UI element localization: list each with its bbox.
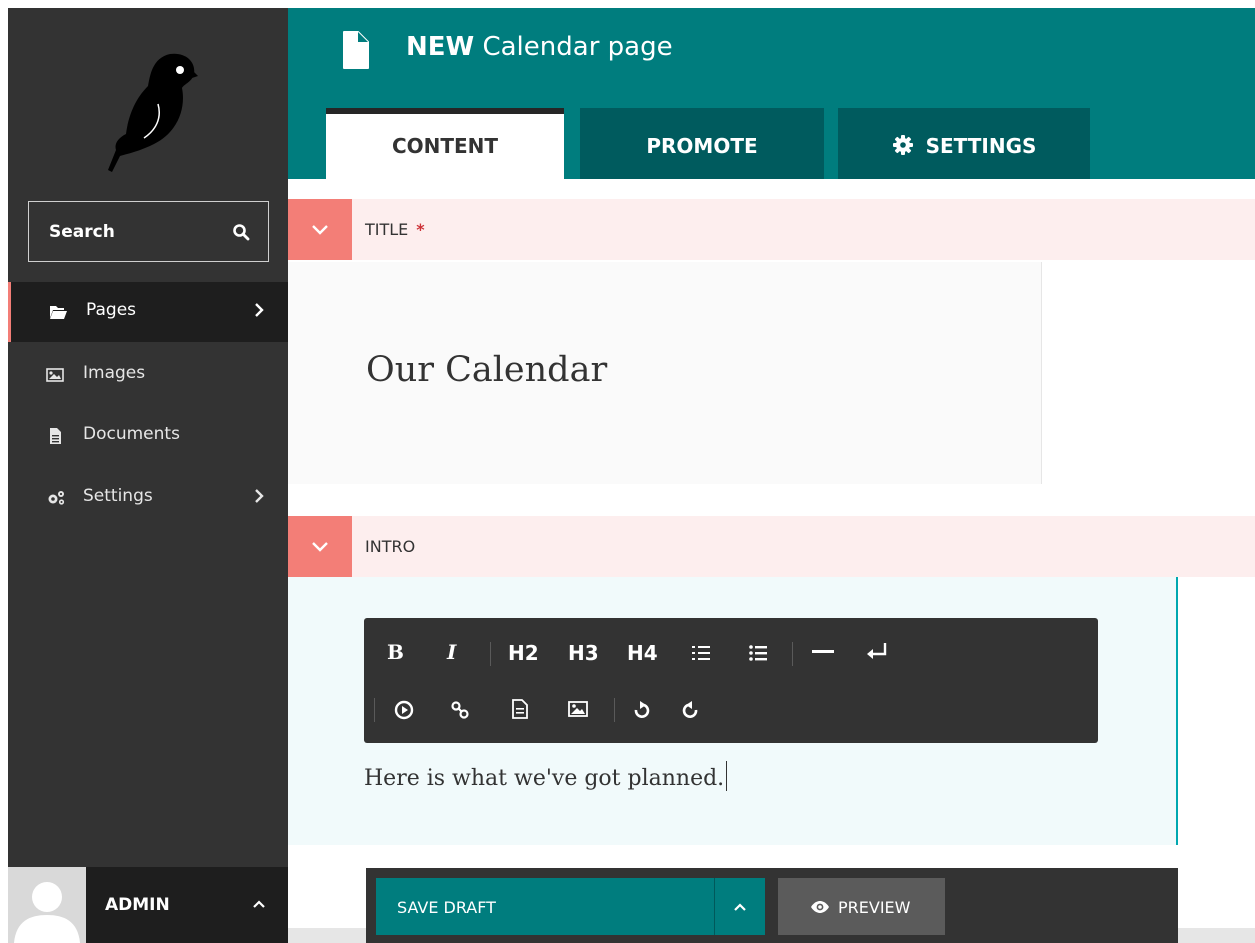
account-name: ADMIN [105,895,170,915]
sidebar-item-label: Pages [86,300,137,320]
embed-media-icon[interactable] [394,700,414,720]
toolbar-separator [490,642,491,666]
search-box[interactable]: Search [28,201,269,262]
sidebar-item-label: Documents [83,424,180,444]
ordered-list-icon[interactable] [692,645,710,661]
document-link-icon[interactable] [512,699,528,719]
intro-editor: B I H2 H3 H4 Here is what we've got plan… [288,577,1178,845]
sidebar-item-settings[interactable]: Settings [8,468,288,528]
app: Search Pages Images Documents Settings A… [0,0,1255,943]
bulleted-list-icon[interactable] [749,645,767,661]
italic-button[interactable]: I [447,640,456,664]
toolbar-separator [792,642,793,666]
h4-button[interactable]: H4 [627,641,658,665]
sidebar-item-pages[interactable]: Pages [8,282,288,342]
intro-field-header: INTRO [288,516,1255,577]
search-icon[interactable] [232,223,250,241]
account-menu[interactable]: ADMIN [8,867,288,943]
sidebar-item-label: Settings [83,486,153,506]
title-collapse-toggle[interactable] [288,199,352,260]
search-label: Search [49,222,115,242]
document-icon [50,428,61,444]
text-cursor [726,761,728,791]
intro-text[interactable]: Here is what we've got planned. [364,761,728,791]
tab-label: PROMOTE [646,134,758,158]
h2-button[interactable]: H2 [508,641,539,665]
h3-button[interactable]: H3 [568,641,599,665]
tab-label: SETTINGS [925,134,1037,158]
sidebar: Search Pages Images Documents Settings A… [8,8,288,943]
horizontal-rule-icon[interactable] [812,650,834,654]
page-title-prefix: NEW [406,32,475,62]
save-draft-label: SAVE DRAFT [397,898,496,917]
tab-promote[interactable]: PROMOTE [580,108,824,179]
page-title: NEW Calendar page [406,32,673,62]
action-bar: SAVE DRAFT PREVIEW [366,868,1178,943]
cogs-icon [48,491,65,505]
field-label-text: TITLE [365,220,409,239]
chevron-down-icon [312,225,328,235]
toolbar-separator [374,698,375,722]
tab-settings[interactable]: SETTINGS [838,108,1090,179]
folder-open-icon [50,306,67,319]
sidebar-item-label: Images [83,363,146,383]
chevron-down-icon [312,542,328,552]
undo-icon[interactable] [632,700,650,720]
page-header: NEW Calendar page CONTENT PROMOTE SETTIN… [288,8,1255,179]
preview-label: PREVIEW [838,898,911,917]
tab-content[interactable]: CONTENT [326,108,564,179]
title-input[interactable]: Our Calendar [288,262,1042,484]
sidebar-item-documents[interactable]: Documents [8,406,288,466]
page-title-text: Calendar page [482,32,673,62]
sidebar-item-images[interactable]: Images [8,345,288,405]
title-value: Our Calendar [366,350,608,390]
eye-icon [811,901,829,913]
chevron-up-icon [734,903,746,911]
page-icon [343,31,369,69]
title-field-header: TITLE * [288,199,1255,260]
toolbar-separator [614,698,615,722]
preview-button[interactable]: PREVIEW [778,878,945,935]
image-icon[interactable] [568,701,588,717]
image-icon [46,368,64,382]
line-break-icon[interactable] [866,642,888,660]
wagtail-logo[interactable] [98,48,198,173]
chevron-right-icon [255,489,264,503]
save-draft-button[interactable]: SAVE DRAFT [376,878,715,935]
intro-collapse-toggle[interactable] [288,516,352,577]
required-marker: * [416,220,425,239]
avatar[interactable] [8,867,86,943]
title-field-label: TITLE * [365,220,425,239]
intro-value: Here is what we've got planned. [364,766,725,791]
link-icon[interactable] [450,700,470,720]
bold-button[interactable]: B [387,640,404,664]
redo-icon[interactable] [682,700,700,720]
intro-field-label: INTRO [365,537,416,556]
tab-label: CONTENT [391,134,499,158]
gear-icon [892,135,913,155]
user-silhouette-icon [14,882,80,943]
chevron-right-icon [255,303,264,317]
chevron-up-icon[interactable] [252,899,266,909]
more-actions-button[interactable] [715,878,765,935]
rich-text-toolbar: B I H2 H3 H4 [364,618,1098,743]
